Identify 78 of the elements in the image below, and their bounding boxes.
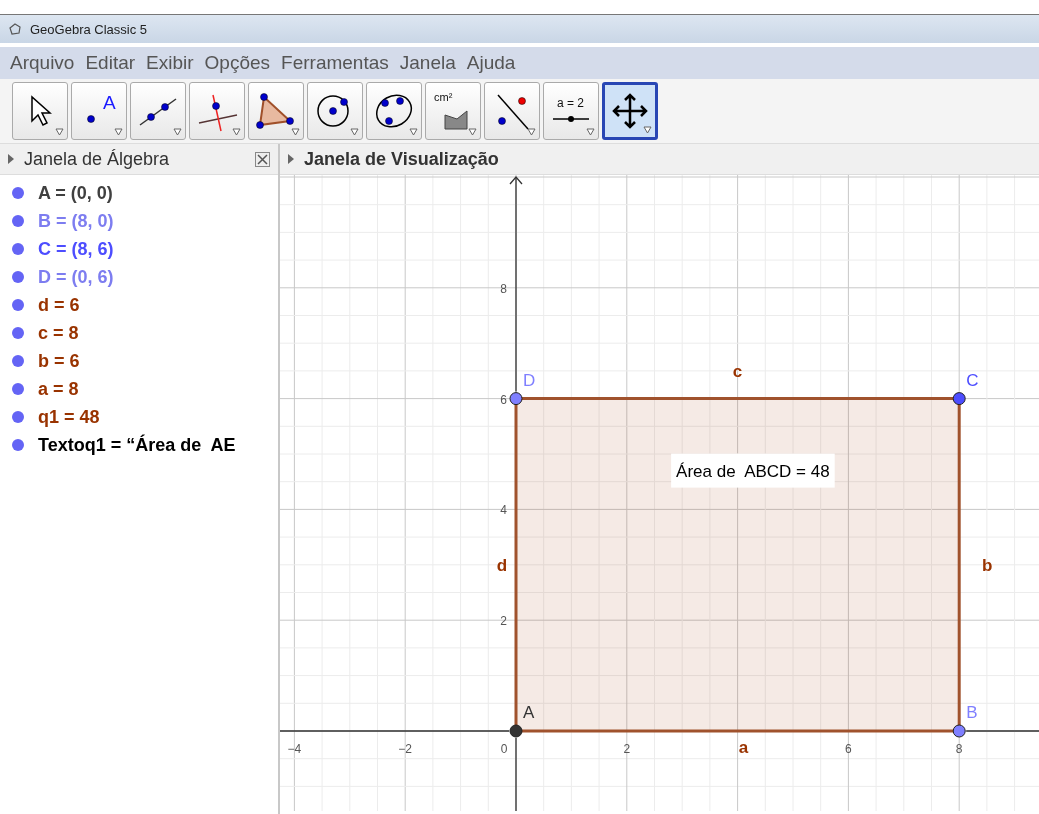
point-label: C (966, 370, 979, 390)
menu-item[interactable]: Ajuda (466, 52, 516, 74)
visibility-dot[interactable] (12, 411, 24, 423)
menu-item[interactable]: Editar (85, 52, 136, 74)
visibility-dot[interactable] (12, 383, 24, 395)
tool-button[interactable] (307, 82, 363, 140)
close-icon[interactable] (255, 151, 270, 167)
algebra-entry[interactable]: c = 8 (38, 322, 79, 344)
tool-button[interactable] (366, 82, 422, 140)
segment-label: c (732, 361, 743, 381)
dropdown-triangle-icon (643, 126, 652, 134)
axis-tick-label: 8 (955, 742, 963, 756)
visibility-dot[interactable] (12, 439, 24, 451)
dropdown-triangle-icon (173, 128, 182, 136)
window-title: GeoGebra Classic 5 (30, 21, 148, 37)
visibility-dot[interactable] (12, 355, 24, 367)
axis-tick-label: 4 (500, 503, 507, 518)
point[interactable] (509, 724, 523, 738)
panel-title: Janela de Visualização (304, 148, 499, 170)
point-label: B (966, 703, 978, 722)
segment-label: d (496, 555, 508, 575)
dropdown-triangle-icon (586, 128, 595, 136)
dropdown-triangle-icon (468, 128, 477, 136)
point[interactable] (952, 392, 966, 406)
tool-button[interactable] (189, 82, 245, 140)
axis-tick-label: 6 (845, 742, 852, 756)
axis-tick-label: 8 (500, 281, 507, 296)
rectangle[interactable] (514, 397, 961, 733)
tool-button[interactable] (12, 82, 68, 140)
axis-tick-label: 0 (500, 742, 508, 756)
collapse-triangle-icon[interactable] (288, 154, 294, 164)
point[interactable] (509, 392, 523, 406)
app-logo-icon (8, 22, 22, 36)
point[interactable] (952, 724, 966, 738)
algebra-entry[interactable]: A = (0, 0) (38, 182, 113, 204)
visibility-dot[interactable] (12, 327, 24, 339)
algebra-entry[interactable]: b = 6 (38, 350, 80, 372)
text-label[interactable]: Área de ABCD = 48 (671, 453, 835, 488)
menu-item[interactable]: Janela (399, 52, 456, 74)
dropdown-triangle-icon (409, 128, 418, 136)
visibility-dot[interactable] (12, 243, 24, 255)
algebra-entry[interactable]: a = 8 (38, 378, 79, 400)
point-label: D (523, 370, 536, 390)
tool-button[interactable]: a = 2 (543, 82, 599, 140)
axis-tick-label: 2 (500, 614, 507, 629)
visibility-dot[interactable] (12, 271, 24, 283)
algebra-entry[interactable]: q1 = 48 (38, 406, 100, 428)
menu-item[interactable]: Opções (204, 52, 271, 74)
algebra-entry[interactable]: Textoq1 = “Área de AE (38, 434, 236, 456)
menu-item[interactable]: Exibir (146, 52, 194, 74)
tool-button[interactable]: A (71, 82, 127, 140)
collapse-triangle-icon[interactable] (8, 154, 14, 164)
dropdown-triangle-icon (291, 128, 300, 136)
tool-button[interactable]: cm² (425, 82, 481, 140)
menu-item[interactable]: Ferramentas (281, 52, 389, 74)
algebra-entry[interactable]: C = (8, 6) (38, 238, 114, 260)
dropdown-triangle-icon (114, 128, 123, 136)
tool-button[interactable] (602, 82, 658, 140)
dropdown-triangle-icon (350, 128, 359, 136)
dropdown-triangle-icon (527, 128, 536, 136)
visibility-dot[interactable] (12, 299, 24, 311)
algebra-entry[interactable]: d = 6 (38, 294, 80, 316)
visibility-dot[interactable] (12, 187, 24, 199)
dropdown-triangle-icon (232, 128, 241, 136)
segment-label: b (982, 555, 993, 575)
tool-button[interactable] (248, 82, 304, 140)
menu-item[interactable]: Arquivo (10, 52, 75, 74)
point-label: A (523, 703, 535, 722)
panel-title: Janela de Álgebra (24, 148, 171, 170)
axis-tick-label: 6 (500, 392, 507, 407)
tool-button[interactable] (484, 82, 540, 140)
axis-tick-label: 2 (623, 742, 631, 756)
dropdown-triangle-icon (55, 128, 64, 136)
axis-tick-label: −2 (398, 742, 413, 756)
visibility-dot[interactable] (12, 215, 24, 227)
tool-button[interactable] (130, 82, 186, 140)
axis-tick-label: −4 (287, 742, 302, 756)
segment-label: a (738, 738, 749, 757)
